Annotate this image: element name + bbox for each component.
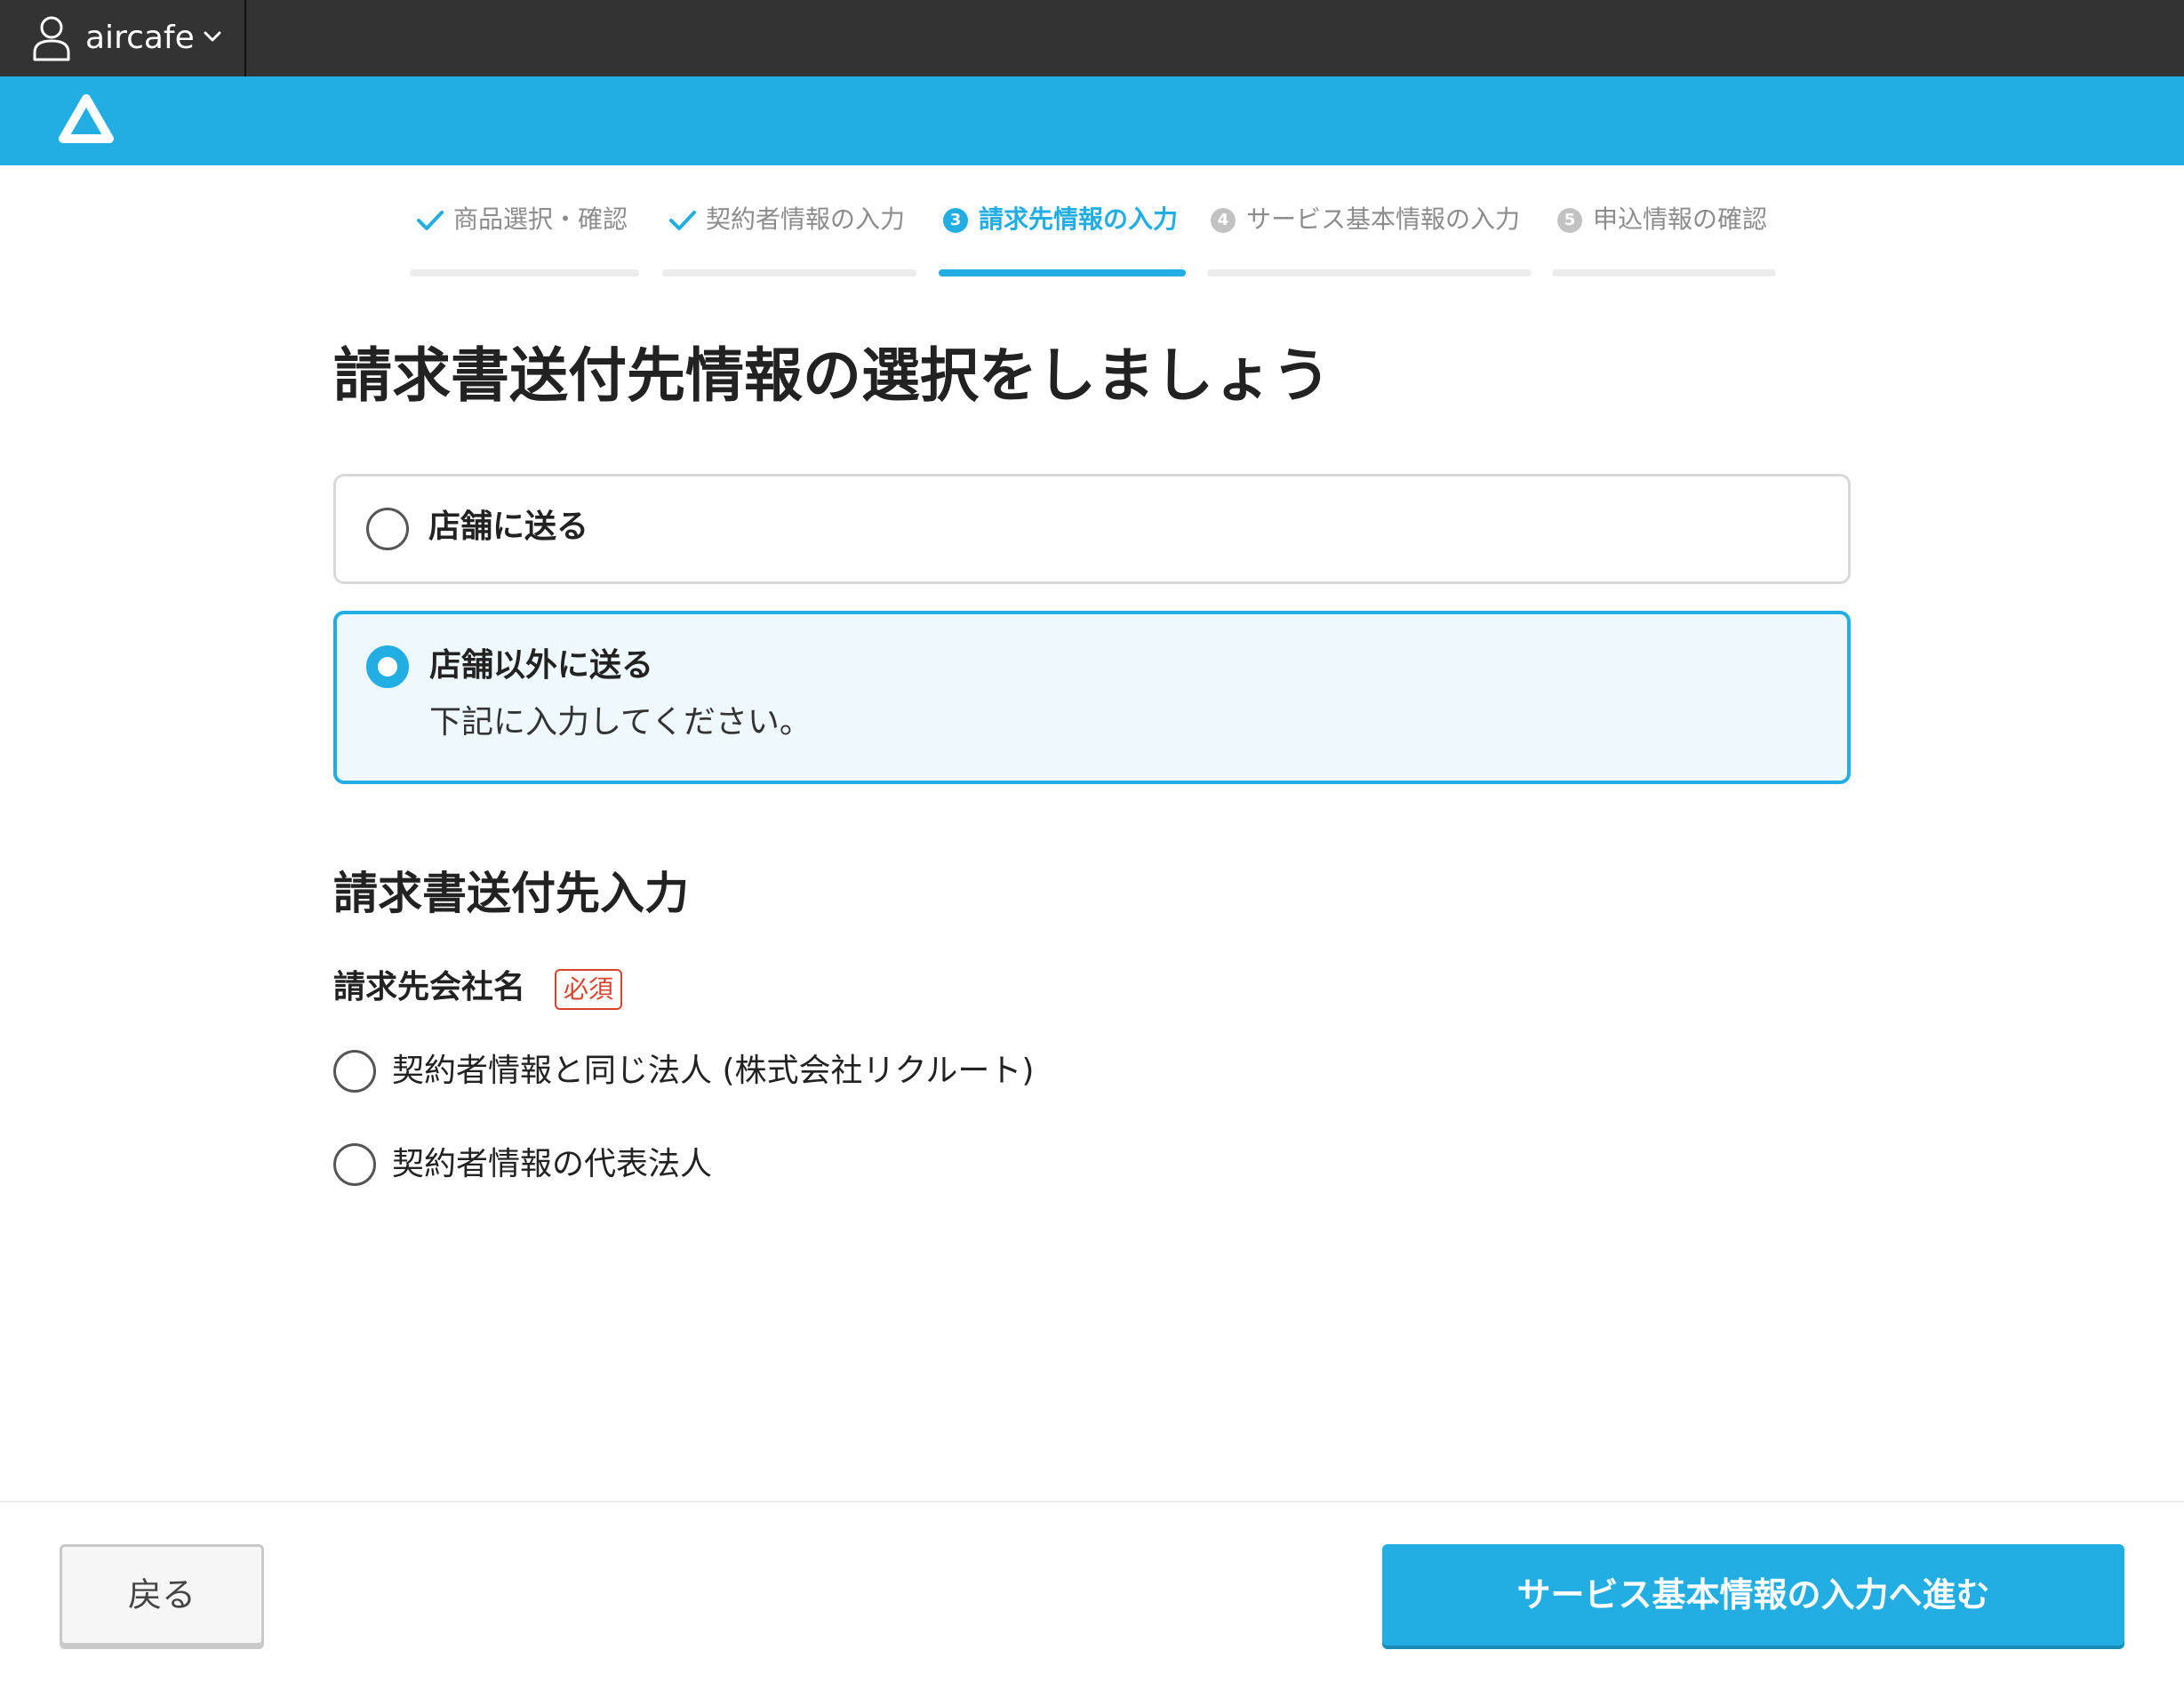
option-label: 店舗以外に送る	[429, 647, 654, 684]
brand-header	[0, 76, 2184, 165]
option-send-to-store[interactable]: 店舗に送る	[333, 474, 1851, 584]
option-send-to-other[interactable]: 店舗以外に送る 下記に入力してください。	[333, 611, 1851, 784]
step-confirmation: 5 申込情報の確認	[1557, 200, 1767, 239]
choice-label: 契約者情報と同じ法人 (株式会社リクルート)	[392, 1053, 1035, 1089]
check-icon	[417, 211, 444, 230]
step-product-selection: 商品選択・確認	[416, 200, 628, 239]
step-billing-info: 3 請求先情報の入力	[943, 200, 1178, 239]
radio-button[interactable]	[366, 508, 409, 550]
option-label: 店舗に送る	[428, 509, 589, 545]
step-service-info: 4 サービス基本情報の入力	[1211, 200, 1520, 239]
footer-divider	[0, 1501, 2184, 1502]
account-menu[interactable]: aircafe	[0, 0, 246, 76]
step-number: 5	[1557, 208, 1582, 233]
step-bar-current	[939, 269, 1186, 276]
step-label: 契約者情報の入力	[706, 204, 906, 234]
check-icon	[669, 211, 696, 230]
choice-label: 契約者情報の代表法人	[392, 1146, 713, 1182]
back-button[interactable]: 戻る	[60, 1544, 264, 1646]
user-icon	[33, 16, 70, 61]
radio-button[interactable]	[333, 1143, 376, 1186]
step-label: 商品選択・確認	[453, 204, 628, 234]
option-description: 下記に入力してください。	[429, 704, 812, 741]
account-bar: aircafe	[0, 0, 2184, 76]
company-name-label: 請求先会社名	[333, 969, 526, 1005]
radio-button[interactable]	[333, 1050, 376, 1093]
step-label: サービス基本情報の入力	[1246, 204, 1521, 234]
step-contractor-info: 契約者情報の入力	[668, 200, 905, 239]
air-logo-icon[interactable]	[57, 92, 116, 148]
step-number: 3	[943, 208, 968, 233]
step-number: 4	[1211, 208, 1236, 233]
step-bar	[1552, 269, 1776, 276]
radio-button-selected[interactable]	[366, 645, 409, 688]
required-badge: 必須	[555, 969, 623, 1010]
section-title: 請求書送付先入力	[333, 868, 689, 919]
next-button[interactable]: サービス基本情報の入力へ進む	[1382, 1544, 2124, 1646]
step-bar	[1207, 269, 1532, 276]
page-title: 請求書送付先情報の選択をしましょう	[333, 341, 1331, 410]
chevron-down-icon	[204, 31, 221, 42]
account-name: aircafe	[85, 20, 195, 56]
step-bar	[662, 269, 916, 276]
step-bar	[410, 269, 639, 276]
step-label: 申込情報の確認	[1593, 204, 1768, 234]
step-label: 請求先情報の入力	[979, 204, 1179, 234]
